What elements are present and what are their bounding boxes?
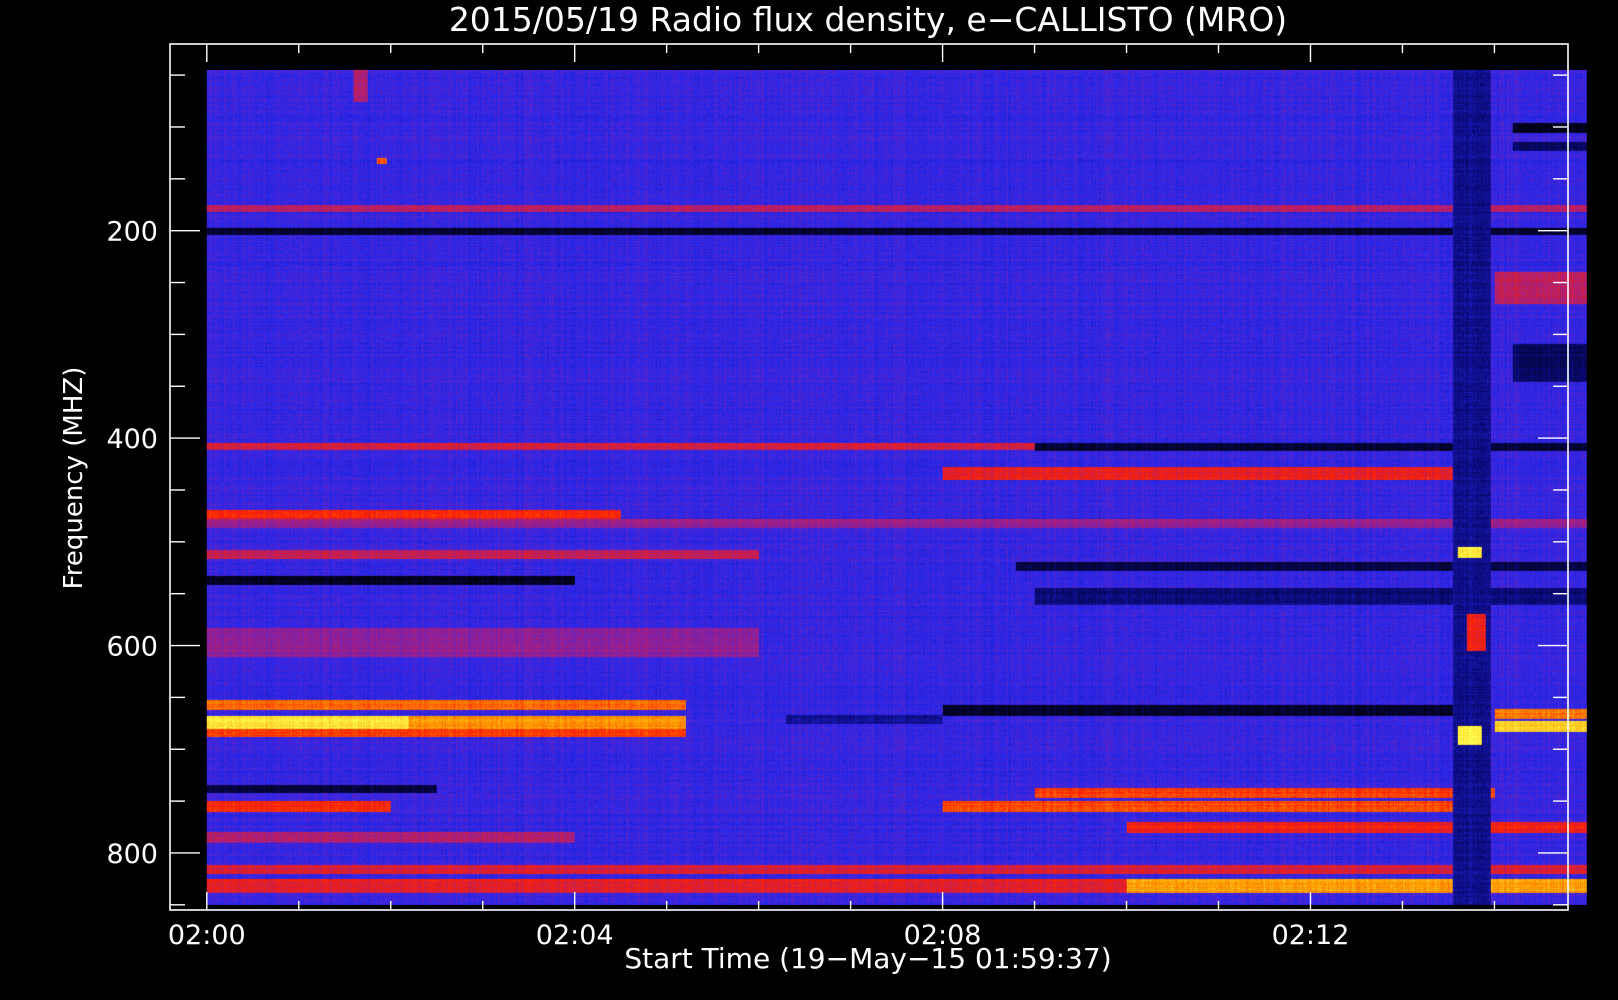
spectrogram-chart: 2015/05/19 Radio flux density, e−CALLIST… <box>0 0 1618 1000</box>
x-tick-label: 02:00 <box>168 920 246 951</box>
chart-title: 2015/05/19 Radio flux density, e−CALLIST… <box>449 0 1287 39</box>
y-tick-label: 400 <box>106 424 158 455</box>
y-axis-label: Frequency (MHZ) <box>59 367 89 590</box>
y-tick-label: 800 <box>106 839 158 870</box>
x-tick-label: 02:12 <box>1272 920 1350 951</box>
x-tick-label: 02:04 <box>536 920 614 951</box>
y-tick-label: 600 <box>106 632 158 663</box>
x-axis-label: Start Time (19−May−15 01:59:37) <box>624 942 1111 975</box>
spectrogram-heatmap <box>206 69 1587 905</box>
y-tick-label: 200 <box>106 217 158 248</box>
